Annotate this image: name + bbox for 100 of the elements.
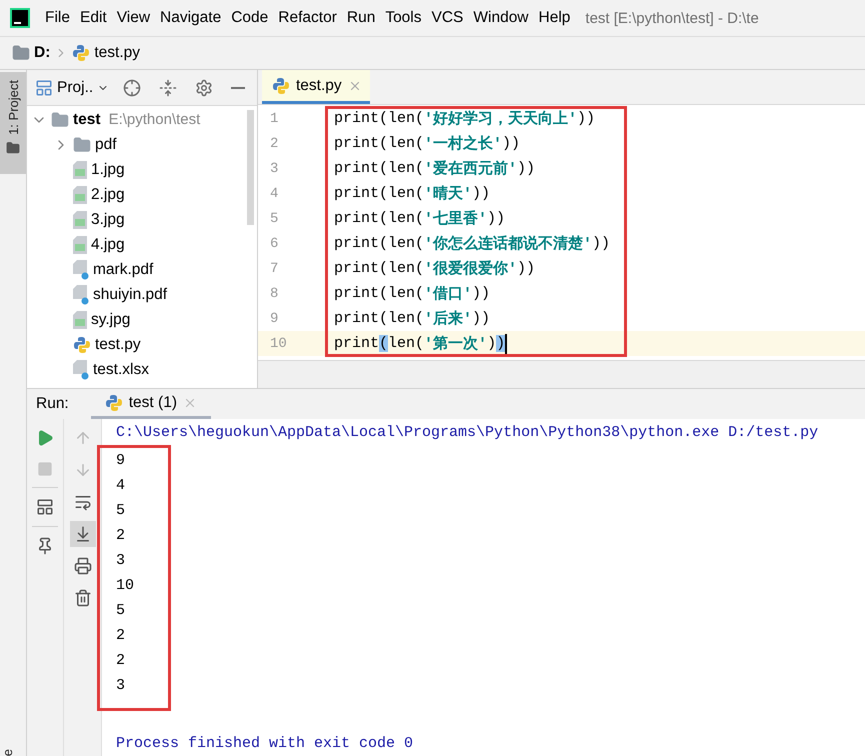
- menu-item[interactable]: Window: [468, 9, 534, 27]
- tree-item[interactable]: test.xlsx: [27, 357, 257, 382]
- menu-item[interactable]: Code: [226, 9, 274, 27]
- window-title: test [E:\python\test] - D:\te: [585, 10, 759, 26]
- line-number: 10: [269, 336, 288, 352]
- folder-icon: [6, 140, 20, 155]
- menu-item[interactable]: Help: [534, 9, 576, 27]
- console-output: 2: [116, 626, 126, 646]
- file-name: 1.jpg: [91, 160, 125, 178]
- code-text: print(len('好好学习，天天向上')): [334, 109, 596, 128]
- file-name: test: [73, 110, 101, 128]
- tree-item[interactable]: 4.jpg: [27, 232, 257, 257]
- folder-icon: [12, 44, 30, 62]
- menu-item[interactable]: Edit: [74, 9, 112, 27]
- console-output: 9: [116, 451, 126, 471]
- file-name: pdf: [95, 136, 117, 154]
- image-file-icon: [73, 310, 87, 328]
- tree-item[interactable]: 2.jpg: [27, 182, 257, 207]
- python-file-icon: [104, 394, 123, 412]
- line-number: 6: [269, 236, 280, 252]
- editor-tab[interactable]: test.py: [262, 70, 370, 104]
- menu-item[interactable]: Tools: [380, 9, 426, 27]
- trash-icon: [74, 589, 92, 607]
- code-text: print(len('一村之长')): [334, 134, 520, 153]
- console-command: C:\Users\heguokun\AppData\Local\Programs\Python\Python38\python.exe D:/test.py: [116, 423, 820, 443]
- project-view-dropdown[interactable]: Proj..: [35, 78, 110, 96]
- menu-item[interactable]: File: [40, 9, 75, 27]
- code-text: print(len('很爱很爱你')): [334, 259, 536, 278]
- python-file-icon: [272, 76, 290, 94]
- file-name: 3.jpg: [91, 210, 125, 228]
- run-label: Run:: [36, 395, 69, 413]
- line-number: 9: [269, 310, 280, 326]
- play-icon: [36, 429, 54, 447]
- menu-item[interactable]: Refactor: [273, 9, 342, 27]
- console-output: 10: [116, 576, 136, 596]
- tree-item[interactable]: test E:\python\test: [27, 107, 257, 132]
- line-number: 1: [269, 110, 280, 126]
- wrap-icon: [74, 493, 92, 511]
- tree-item[interactable]: pdf: [27, 132, 257, 157]
- python-file-icon: [73, 336, 91, 354]
- tool-tab[interactable]: e: [0, 748, 26, 756]
- image-file-icon: [73, 236, 87, 254]
- console-output: 2: [116, 651, 126, 671]
- code-text: print(len('第一次')): [334, 334, 508, 354]
- unknown-file-icon: [73, 260, 89, 280]
- line-number: 7: [269, 260, 280, 276]
- image-file-icon: [73, 186, 87, 204]
- crosshair-icon: [123, 78, 142, 96]
- line-number: 8: [269, 286, 280, 302]
- tree-item[interactable]: shuiyin.pdf: [27, 282, 257, 307]
- tree-item[interactable]: sy.jpg: [27, 307, 257, 332]
- pin-icon: [36, 537, 54, 555]
- image-file-icon: [73, 160, 87, 178]
- menu-item[interactable]: View: [112, 9, 156, 27]
- code-text: print(len('爱在西元前')): [334, 159, 536, 178]
- console-status: Process finished with exit code 0: [116, 734, 414, 754]
- tree-item[interactable]: 1.jpg: [27, 157, 257, 182]
- tree-item[interactable]: 3.jpg: [27, 207, 257, 232]
- unknown-file-icon: [73, 284, 89, 304]
- scrollbar[interactable]: [247, 110, 254, 225]
- breadcrumb-item[interactable]: test.py: [94, 44, 140, 62]
- app-logo-icon: [10, 8, 30, 28]
- file-name: 4.jpg: [91, 236, 125, 254]
- console-output: 5: [116, 601, 126, 621]
- menu-item[interactable]: VCS: [426, 9, 468, 27]
- console-output: 3: [116, 676, 126, 696]
- console-output: 3: [116, 551, 126, 571]
- breadcrumb-item[interactable]: D:: [34, 44, 50, 62]
- line-number: 5: [269, 210, 280, 226]
- console-output: 5: [116, 501, 126, 521]
- settings-icon: [195, 78, 214, 96]
- minus-icon: [231, 86, 246, 88]
- unknown-file-icon: [73, 360, 89, 380]
- console-output: 4: [116, 476, 126, 496]
- window-icon: [35, 78, 53, 96]
- line-number: 3: [269, 160, 280, 176]
- file-name: 2.jpg: [91, 186, 125, 204]
- code-text: print(len('你怎么连话都说不清楚')): [334, 234, 610, 253]
- python-file-icon: [72, 44, 90, 62]
- tree-item[interactable]: mark.pdf: [27, 257, 257, 282]
- stop-icon: [37, 461, 53, 477]
- folder-icon: [73, 136, 91, 154]
- line-number: 2: [269, 136, 280, 152]
- tree-item[interactable]: test.py: [27, 332, 257, 357]
- scroll-to-end-button[interactable]: [70, 521, 96, 547]
- code-text: print(len('七里香')): [334, 209, 506, 228]
- collapse-icon: [159, 78, 178, 96]
- code-text: print(len('借口')): [334, 284, 490, 303]
- menu-item[interactable]: Run: [342, 9, 380, 27]
- file-name: test.xlsx: [93, 360, 149, 378]
- folder-path: E:\python\test: [108, 111, 200, 128]
- code-text: print(len('后来')): [334, 309, 490, 328]
- project-tool-tab[interactable]: 1: Project: [0, 72, 26, 174]
- file-name: test.py: [95, 336, 141, 354]
- file-name: mark.pdf: [93, 260, 154, 278]
- image-file-icon: [73, 210, 87, 228]
- file-name: sy.jpg: [91, 310, 130, 328]
- console-output: 2: [116, 526, 126, 546]
- menu-item[interactable]: Navigate: [155, 9, 226, 27]
- layout-icon: [36, 498, 54, 516]
